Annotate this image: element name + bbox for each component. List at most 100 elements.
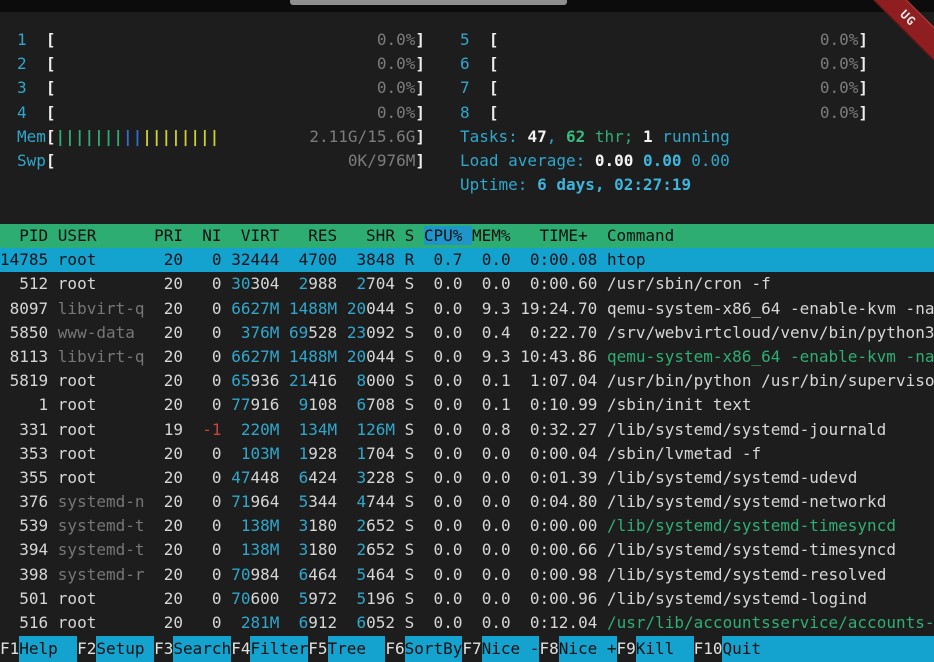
- process-row-398[interactable]: 398 systemd-r 20 0 70984 6464 5464 S 0.0…: [0, 563, 934, 587]
- gap: [337, 516, 347, 535]
- pri-cell: 20: [154, 516, 193, 535]
- gap: [279, 444, 289, 463]
- res-cell: [289, 540, 299, 559]
- time-cell: 0:00.96: [520, 589, 607, 608]
- pri-cell: 19: [154, 420, 193, 439]
- process-row-8113[interactable]: 8113 libvirt-q 20 0 6627M 1488M 20044 S …: [0, 345, 934, 369]
- gap: [279, 274, 289, 293]
- command-cell: /lib/systemd/systemd-networkd: [607, 492, 886, 511]
- uptime-label: Uptime:: [460, 175, 537, 194]
- process-row-512[interactable]: 512 root 20 0 30304 2988 2704 S 0.0 0.0 …: [0, 272, 934, 296]
- tasks-line: Tasks: 47, 62 thr; 1 running: [460, 125, 868, 149]
- res-cell: 1488M: [289, 347, 337, 366]
- shr-cell: 5: [356, 565, 366, 584]
- process-row-8097[interactable]: 8097 libvirt-q 20 0 6627M 1488M 20044 S …: [0, 297, 934, 321]
- command-cell: /lib/systemd/systemd-udevd: [607, 468, 857, 487]
- user-cell: root: [58, 371, 154, 390]
- cpu-cell: 0.7: [424, 250, 472, 269]
- gap: [337, 299, 347, 318]
- shr-cell: 4: [356, 492, 366, 511]
- mem-cell: 0.0: [472, 444, 520, 463]
- fnlabel-f4[interactable]: Filter: [250, 636, 308, 662]
- fnkey-f5[interactable]: F5: [308, 636, 327, 662]
- gap: [337, 540, 347, 559]
- process-row-14785[interactable]: 14785 root 20 0 32444 4700 3848 R 0.7 0.…: [0, 248, 934, 272]
- virt-cell: 47: [231, 468, 250, 487]
- fnkey-f4[interactable]: F4: [231, 636, 250, 662]
- res-cell: 180: [308, 540, 337, 559]
- process-row-1[interactable]: 1 root 20 0 77916 9108 6708 S 0.0 0.1 0:…: [0, 393, 934, 417]
- pid-cell: 376: [0, 492, 58, 511]
- fnkey-f8[interactable]: F8: [539, 636, 558, 662]
- process-row-376[interactable]: 376 systemd-n 20 0 71964 5344 4744 S 0.0…: [0, 490, 934, 514]
- shr-cell: 744: [366, 492, 395, 511]
- res-cell: 3: [299, 540, 309, 559]
- virt-cell: [231, 516, 241, 535]
- fnlabel-f7[interactable]: Nice -: [482, 636, 540, 662]
- process-row-539[interactable]: 539 systemd-t 20 0 138M 3180 2652 S 0.0 …: [0, 514, 934, 538]
- shr-cell: [347, 250, 357, 269]
- process-row-394[interactable]: 394 systemd-t 20 0 138M 3180 2652 S 0.0 …: [0, 538, 934, 562]
- state-cell: S: [405, 274, 424, 293]
- fnlabel-f3[interactable]: Search: [173, 636, 231, 662]
- process-row-355[interactable]: 355 root 20 0 47448 6424 3228 S 0.0 0.0 …: [0, 466, 934, 490]
- user-cell: root: [58, 274, 154, 293]
- process-row-353[interactable]: 353 root 20 0 103M 1928 1704 S 0.0 0.0 0…: [0, 442, 934, 466]
- fnkey-f7[interactable]: F7: [462, 636, 481, 662]
- sort-column-cpu[interactable]: CPU%: [424, 226, 472, 245]
- running-label: running: [653, 127, 730, 146]
- command-cell: /lib/systemd/systemd-journald: [607, 420, 886, 439]
- drag-handle[interactable]: [290, 0, 567, 5]
- gap: [279, 613, 289, 632]
- pid-cell: 398: [0, 565, 58, 584]
- process-row-5850[interactable]: 5850 www-data 20 0 376M 69528 23092 S 0.…: [0, 321, 934, 345]
- cpu-meter-bar: 0.0%: [499, 76, 859, 100]
- fnlabel-f8[interactable]: Nice +: [559, 636, 617, 662]
- uptime-line: Uptime: 6 days, 02:27:19: [460, 173, 868, 197]
- virt-cell: 281M: [241, 613, 280, 632]
- fnkey-f2[interactable]: F2: [77, 636, 96, 662]
- process-row-501[interactable]: 501 root 20 0 70600 5972 5196 S 0.0 0.0 …: [0, 587, 934, 611]
- cpu-meter-value: 0.0%: [820, 54, 859, 73]
- cpu-meter-bar: 0.0%: [56, 28, 416, 52]
- mem-cell: 0.1: [472, 371, 520, 390]
- cpu8-meter: 8 [0.0%]: [460, 101, 868, 125]
- fnkey-f10[interactable]: F10: [694, 636, 723, 662]
- fnlabel-f2[interactable]: Setup: [96, 636, 154, 662]
- pid-cell: 355: [0, 468, 58, 487]
- time-cell: 0:00.98: [520, 565, 607, 584]
- fnlabel-f5[interactable]: Tree: [328, 636, 386, 662]
- ni-cell: 0: [193, 565, 232, 584]
- time-cell: 0:10.99: [520, 395, 607, 414]
- res-cell: 1488M: [289, 299, 337, 318]
- fnlabel-f6[interactable]: SortBy: [405, 636, 463, 662]
- cpu-cell: 0.0: [424, 371, 472, 390]
- table-header[interactable]: PID USER PRI NI VIRT RES SHR S CPU% MEM%…: [0, 224, 934, 248]
- cpu-cell: 0.0: [424, 299, 472, 318]
- cpu2-meter: 2 [0.0%]: [17, 52, 425, 76]
- fnlabel-f9[interactable]: Kill: [636, 636, 694, 662]
- process-row-516[interactable]: 516 root 20 0 281M 6912 6052 S 0.0 0.0 0…: [0, 611, 934, 635]
- command-cell: qemu-system-x86_64 -enable-kvm -na: [607, 347, 934, 366]
- fnlabel-f1[interactable]: Help: [19, 636, 77, 662]
- virt-cell: [231, 613, 241, 632]
- fnkey-f9[interactable]: F9: [617, 636, 636, 662]
- virt-cell: 448: [250, 468, 279, 487]
- fnkey-f6[interactable]: F6: [385, 636, 404, 662]
- gap: [279, 589, 289, 608]
- gap: [395, 540, 405, 559]
- pid-cell: 5850: [0, 323, 58, 342]
- ni-cell: 0: [193, 274, 232, 293]
- virt-cell: 32444: [231, 250, 279, 269]
- res-cell: [289, 492, 299, 511]
- process-row-331[interactable]: 331 root 19 -1 220M 134M 126M S 0.0 0.8 …: [0, 418, 934, 442]
- fnkey-f3[interactable]: F3: [154, 636, 173, 662]
- fnkey-f1[interactable]: F1: [0, 636, 19, 662]
- gap: [395, 516, 405, 535]
- fnlabel-f10[interactable]: Quit: [722, 636, 761, 662]
- meters-left-column: 1 [0.0%]2 [0.0%]3 [0.0%]4 [0.0%]Mem[||||…: [17, 28, 425, 173]
- swap-meter-bar: 0K/976M: [56, 149, 416, 173]
- gap: [395, 613, 405, 632]
- res-cell: [289, 444, 299, 463]
- process-row-5819[interactable]: 5819 root 20 0 65936 21416 8000 S 0.0 0.…: [0, 369, 934, 393]
